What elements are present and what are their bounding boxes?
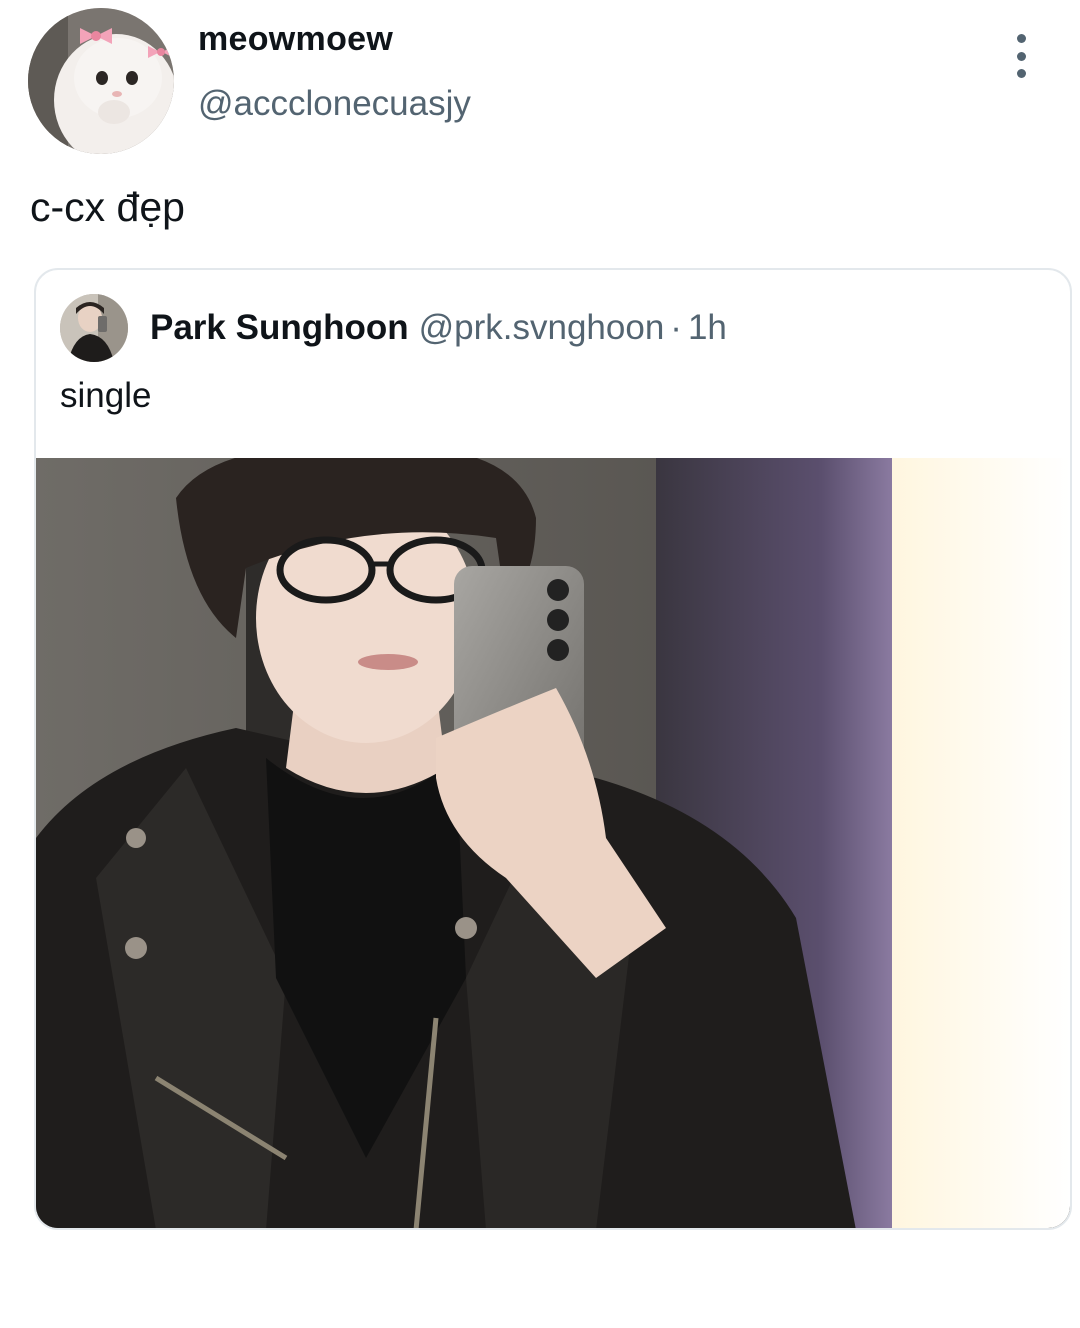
- more-vertical-icon-dot: [1016, 51, 1026, 61]
- author-display-name[interactable]: meowmoew: [198, 20, 393, 59]
- mirror-selfie-photo: [36, 458, 1070, 1228]
- quoted-tweet-header: Park Sunghoon @prk.svnghoon · 1h: [150, 308, 727, 348]
- more-vertical-icon-dot: [1016, 69, 1026, 78]
- cat-avatar-image: [28, 8, 174, 154]
- quoted-tweet-text: single: [60, 376, 152, 415]
- more-options-button[interactable]: [1004, 34, 1038, 78]
- quoted-tweet-card[interactable]: Park Sunghoon @prk.svnghoon · 1h single: [34, 268, 1072, 1230]
- quoted-author-display-name[interactable]: Park Sunghoon: [150, 308, 409, 347]
- header-separator: ·: [670, 308, 682, 347]
- author-handle[interactable]: @accclonecuasjy: [198, 84, 471, 124]
- author-avatar[interactable]: [28, 8, 174, 154]
- quoted-author-handle[interactable]: @prk.svnghoon: [419, 308, 665, 347]
- quoted-tweet-time[interactable]: 1h: [688, 308, 727, 347]
- quoted-tweet-photo[interactable]: [36, 458, 1070, 1228]
- person-avatar-image: [60, 294, 128, 362]
- quoted-author-avatar[interactable]: [60, 294, 128, 362]
- more-vertical-icon: [1016, 34, 1026, 43]
- tweet-text: c-cx đẹp: [30, 184, 185, 230]
